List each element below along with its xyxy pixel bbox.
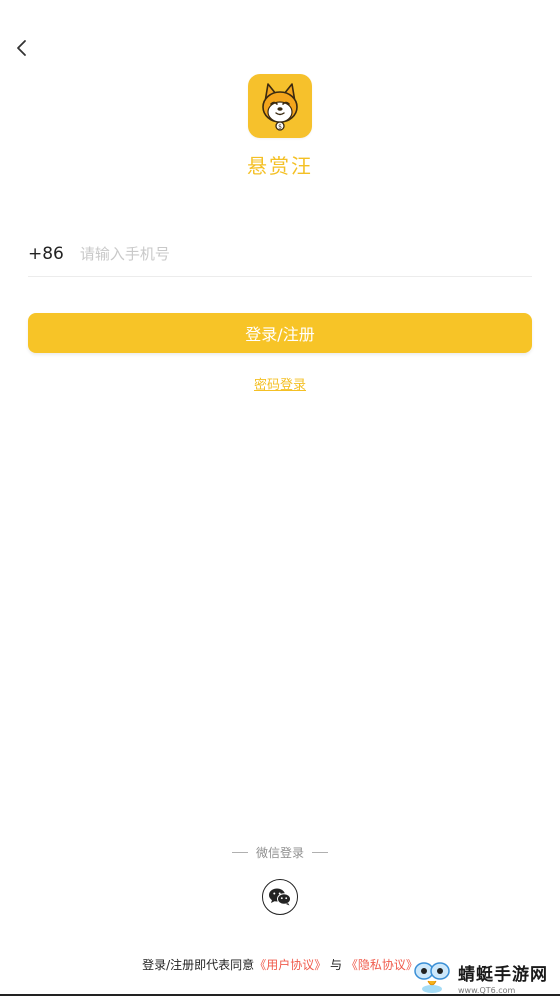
wechat-login-button[interactable] xyxy=(262,879,298,915)
password-login-link[interactable]: 密码登录 xyxy=(0,374,560,393)
watermark-title: 蜻蜓手游网 xyxy=(458,964,548,985)
svg-text:$: $ xyxy=(278,124,282,131)
back-button[interactable] xyxy=(8,34,36,62)
divider-right xyxy=(312,852,328,853)
privacy-agreement-link[interactable]: 《隐私协议》 xyxy=(346,958,418,972)
wechat-login-title: 微信登录 xyxy=(0,844,560,861)
login-register-button[interactable]: 登录/注册 xyxy=(28,313,532,353)
agreement-prefix: 登录/注册即代表同意 xyxy=(142,958,255,972)
phone-input[interactable] xyxy=(77,244,532,264)
app-name: 悬赏汪 xyxy=(247,154,313,178)
wechat-icon xyxy=(269,888,291,906)
phone-input-row: +86 xyxy=(28,232,532,277)
user-agreement-link[interactable]: 《用户协议》 xyxy=(254,958,326,972)
wechat-login-label: 微信登录 xyxy=(255,846,304,860)
chevron-left-icon xyxy=(17,40,26,56)
country-code[interactable]: +86 xyxy=(28,244,64,264)
bottom-border xyxy=(0,994,560,996)
dragonfly-logo-icon xyxy=(414,962,450,993)
dog-mascot-icon: $ xyxy=(262,83,298,131)
watermark: 蜻蜓手游网 www.QT6.com xyxy=(412,958,560,996)
agreement-and: 与 xyxy=(326,958,346,972)
app-logo: $ xyxy=(248,74,312,138)
divider-left xyxy=(231,852,248,853)
